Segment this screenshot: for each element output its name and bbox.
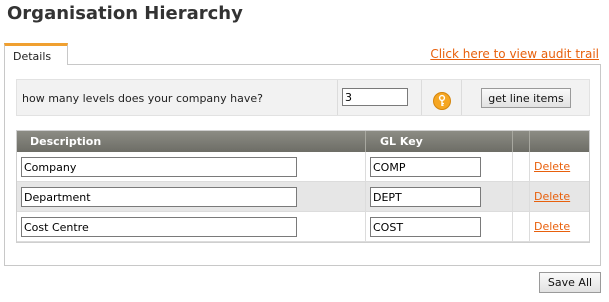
description-input[interactable] [21,217,297,237]
page-title: Organisation Hierarchy [7,3,243,24]
delete-row-link[interactable]: Delete [534,190,570,203]
gl-key-input[interactable] [370,157,481,177]
levels-divider [337,80,338,115]
levels-divider [421,80,422,115]
table-header: Description GL Key [17,131,589,152]
levels-section: how many levels does your company have? … [16,79,590,116]
column-separator [512,152,513,181]
column-separator [529,182,530,211]
table-row: Delete [17,152,589,182]
hierarchy-table: Description GL Key Delete Delete [16,130,590,243]
header-gl-key: GL Key [380,135,423,148]
save-all-button[interactable]: Save All [539,272,601,293]
delete-row-link[interactable]: Delete [534,220,570,233]
column-separator [512,212,513,241]
delete-row-link[interactable]: Delete [534,160,570,173]
key-help-icon[interactable] [433,92,451,110]
table-row: Delete [17,182,589,212]
header-separator [365,131,366,152]
column-separator [512,182,513,211]
details-panel: how many levels does your company have? … [4,64,601,266]
levels-divider [461,80,462,115]
column-separator [365,182,366,211]
header-description: Description [30,135,102,148]
description-input[interactable] [21,157,297,177]
header-separator [512,131,513,152]
description-input[interactable] [21,187,297,207]
get-line-items-button[interactable]: get line items [481,88,571,108]
gl-key-input[interactable] [370,217,481,237]
header-separator [529,131,530,152]
tab-details[interactable]: Details [4,43,68,65]
gl-key-input[interactable] [370,187,481,207]
table-row: Delete [17,212,589,242]
audit-trail-link[interactable]: Click here to view audit trail [430,47,599,61]
column-separator [529,152,530,181]
tab-details-label: Details [13,50,52,63]
levels-question-label: how many levels does your company have? [22,92,263,105]
levels-count-input[interactable] [342,88,408,106]
column-separator [365,152,366,181]
column-separator [529,212,530,241]
column-separator [365,212,366,241]
